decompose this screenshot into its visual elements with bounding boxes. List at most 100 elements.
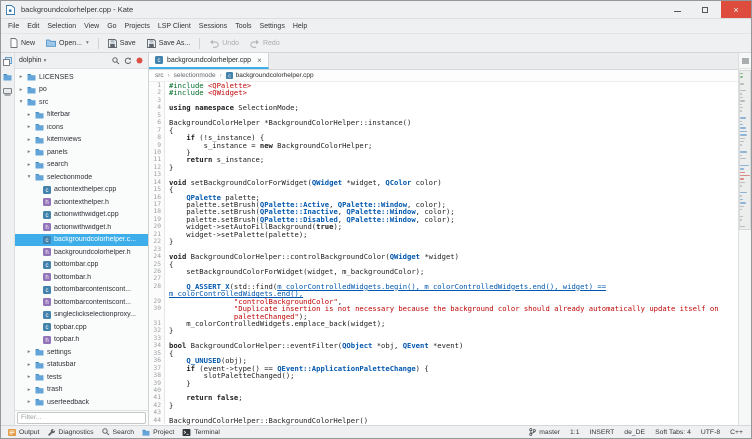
chevron-right-icon[interactable]: ▸	[26, 374, 32, 380]
tree-item-bottombar-h[interactable]: hbottombar.h	[15, 271, 148, 284]
tab-menu-icon[interactable]	[739, 53, 751, 69]
menu-item-view[interactable]: View	[80, 19, 103, 33]
chevron-right-icon[interactable]: ▸	[26, 149, 32, 155]
code-line[interactable]: 4using namespace SelectionMode;	[149, 104, 738, 111]
menu-item-settings[interactable]: Settings	[256, 19, 289, 33]
tree-item-actionwithwidget-cpp[interactable]: cactionwithwidget.cpp	[15, 209, 148, 222]
chevron-right-icon[interactable]: ▸	[18, 74, 24, 80]
tree-item-backgroundcolorhelper-c-[interactable]: cbackgroundcolorhelper.c...	[15, 234, 148, 247]
maximize-button[interactable]	[693, 1, 717, 18]
filesystem-icon[interactable]	[3, 88, 12, 96]
tree-item-search[interactable]: ▸search	[15, 159, 148, 172]
tree-item-backgroundcolorhelper-h[interactable]: hbackgroundcolorhelper.h	[15, 246, 148, 259]
undo-button[interactable]: Undo	[204, 37, 244, 50]
code-line[interactable]: 39 }	[149, 380, 738, 387]
menu-item-tools[interactable]: Tools	[231, 19, 255, 33]
output-panel-button[interactable]: Output	[4, 426, 43, 438]
tree-item-filterbar[interactable]: ▸filterbar	[15, 109, 148, 122]
tree-item-panels[interactable]: ▸panels	[15, 146, 148, 159]
chevron-right-icon[interactable]: ▸	[26, 349, 32, 355]
close-button[interactable]: ×	[721, 1, 751, 18]
chevron-down-icon[interactable]: ▾	[18, 99, 24, 105]
chevron-right-icon[interactable]: ▸	[26, 124, 32, 130]
menu-item-projects[interactable]: Projects	[121, 19, 154, 33]
tree-item-selectionmode[interactable]: ▾selectionmode	[15, 171, 148, 184]
chevron-right-icon[interactable]: ▸	[26, 137, 32, 143]
new-button[interactable]: New	[5, 36, 40, 50]
code-line[interactable]: 14void setBackgroundColorForWidget(QWidg…	[149, 179, 738, 186]
tree-item-licenses[interactable]: ▸LICENSES	[15, 71, 148, 84]
menu-item-file[interactable]: File	[4, 19, 23, 33]
code-line[interactable]: 2#include <QWidget>	[149, 89, 738, 96]
tree-item-actionwithwidget-h[interactable]: hactionwithwidget.h	[15, 221, 148, 234]
chevron-right-icon[interactable]: ▸	[18, 87, 24, 93]
code-line[interactable]: 24void BackgroundColorHelper::controlBac…	[149, 253, 738, 260]
tree-item-po[interactable]: ▸po	[15, 84, 148, 97]
tab-backgroundcolorhelper[interactable]: c backgroundcolorhelper.cpp ×	[149, 53, 269, 69]
tree-item-bottombarcontentscont-[interactable]: hbottombarcontentscont...	[15, 296, 148, 309]
code-line[interactable]: 22}	[149, 238, 738, 245]
language-mode[interactable]: C++	[725, 429, 748, 436]
save-button[interactable]: Save	[103, 37, 141, 50]
diagnostics-panel-button[interactable]: Diagnostics	[43, 426, 97, 438]
encoding[interactable]: UTF-8	[696, 429, 725, 436]
chevron-right-icon[interactable]: ▸	[26, 362, 32, 368]
project-name[interactable]: dolphin	[19, 57, 42, 64]
menu-item-edit[interactable]: Edit	[23, 19, 43, 33]
menu-item-lsp-client[interactable]: LSP Client	[154, 19, 195, 33]
menu-item-sessions[interactable]: Sessions	[195, 19, 231, 33]
code-line[interactable]: 21 widget->setPalette(palette);	[149, 231, 738, 238]
menu-item-help[interactable]: Help	[289, 19, 311, 33]
code-line[interactable]: 44BackgroundColorHelper::BackgroundColor…	[149, 417, 738, 424]
tab-settings[interactable]: Soft Tabs: 4	[650, 429, 696, 436]
save-as-button[interactable]: Save As...	[142, 37, 196, 50]
tree-item-bottombar-cpp[interactable]: cbottombar.cpp	[15, 259, 148, 272]
code-line[interactable]: 26 setBackgroundColorForWidget(widget, m…	[149, 268, 738, 275]
tree-item-topbar-cpp[interactable]: ctopbar.cpp	[15, 321, 148, 334]
code-line[interactable]: 41 return false;	[149, 394, 738, 401]
menu-item-go[interactable]: Go	[103, 19, 120, 33]
project-panel-button[interactable]: Project	[138, 426, 178, 438]
documents-icon[interactable]	[3, 57, 12, 66]
chevron-right-icon[interactable]: ▸	[26, 162, 32, 168]
code-view[interactable]: 1#include <QPalette>2#include <QWidget>3…	[149, 82, 738, 425]
input-mode[interactable]: INSERT	[584, 429, 619, 436]
open-button[interactable]: Open... ▾	[41, 37, 94, 49]
chevron-right-icon[interactable]: ▸	[26, 387, 32, 393]
refresh-icon[interactable]	[123, 56, 133, 66]
code-line[interactable]: 34bool BackgroundColorHelper::eventFilte…	[149, 342, 738, 349]
code-line[interactable]: 9 s_instance = new BackgroundColorHelper…	[149, 142, 738, 149]
tab-close-icon[interactable]: ×	[257, 56, 262, 65]
code-line[interactable]: 32}	[149, 327, 738, 334]
chevron-down-icon[interactable]: ▾	[26, 174, 32, 180]
search-panel-button[interactable]: Search	[98, 426, 139, 438]
tree-item-icons[interactable]: ▸icons	[15, 121, 148, 134]
projects-icon[interactable]	[3, 73, 12, 81]
code-line[interactable]: 12}	[149, 164, 738, 171]
breadcrumb-file[interactable]: c backgroundcolorhelper.cpp	[226, 72, 314, 79]
chevron-right-icon[interactable]: ▸	[26, 399, 32, 405]
dictionary[interactable]: de_DE	[619, 429, 650, 436]
git-branch-indicator[interactable]: master	[524, 428, 565, 436]
chevron-right-icon[interactable]: ▸	[26, 112, 32, 118]
code-line[interactable]: 42}	[149, 402, 738, 409]
redo-button[interactable]: Redo	[245, 37, 285, 50]
tree-item-userfeedback[interactable]: ▸userfeedback	[15, 396, 148, 409]
code-line[interactable]: 6BackgroundColorHelper *BackgroundColorH…	[149, 119, 738, 126]
minimap-scrollbar[interactable]	[739, 69, 751, 425]
tree-item-kitemviews[interactable]: ▸kitemviews	[15, 134, 148, 147]
tree-item-actiontexthelper-h[interactable]: hactiontexthelper.h	[15, 196, 148, 209]
breadcrumb-selectionmode[interactable]: selectionmode	[174, 72, 216, 79]
filter-input[interactable]	[17, 412, 146, 424]
tree-item-tests[interactable]: ▸tests	[15, 371, 148, 384]
tree-item-settings[interactable]: ▸settings	[15, 346, 148, 359]
breadcrumb-src[interactable]: src	[155, 72, 164, 79]
tree-item-topbar-h[interactable]: htopbar.h	[15, 334, 148, 347]
minimize-button[interactable]	[665, 1, 689, 18]
tree-item-trash[interactable]: ▸trash	[15, 384, 148, 397]
cursor-position[interactable]: 1:1	[565, 429, 584, 436]
code-line[interactable]: 11 return s_instance;	[149, 156, 738, 163]
tree-item-bottombarcontentscont-[interactable]: cbottombarcontentscont...	[15, 284, 148, 297]
search-icon[interactable]	[111, 56, 121, 66]
menu-item-selection[interactable]: Selection	[43, 19, 80, 33]
